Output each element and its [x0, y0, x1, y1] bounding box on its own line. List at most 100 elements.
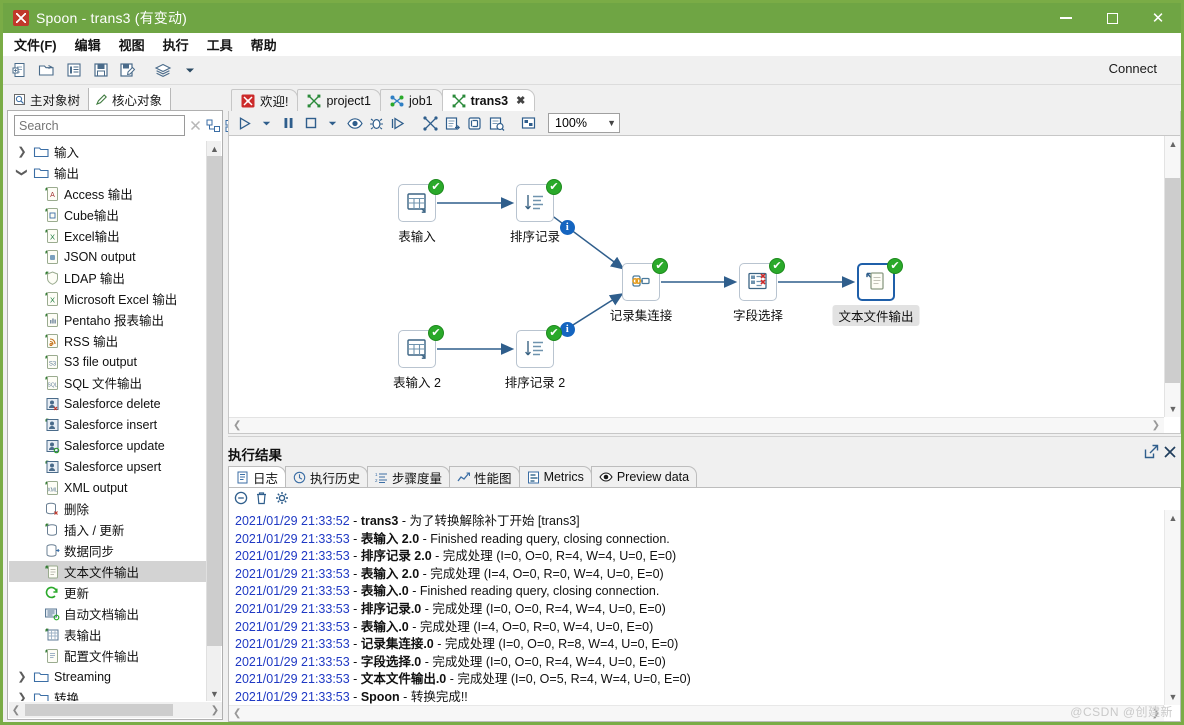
- stop-icon[interactable]: [300, 113, 321, 134]
- tree-folder-0[interactable]: ❯ 输入: [9, 141, 206, 162]
- editor-tab-trans3[interactable]: trans3 ✖: [441, 89, 536, 111]
- log-scroll-left-icon[interactable]: ❮: [233, 708, 241, 719]
- log-vertical-scrollbar[interactable]: ▲ ▼: [1164, 510, 1180, 705]
- tree-folder-26[interactable]: ❯ 转换: [9, 687, 206, 701]
- menu-help[interactable]: 帮助: [242, 33, 286, 56]
- tree-item-3[interactable]: Cube输出: [9, 204, 206, 225]
- log-scroll-up-icon[interactable]: ▲: [1165, 510, 1181, 526]
- canvas-scroll-left-icon[interactable]: ❮: [233, 420, 241, 431]
- menu-tools[interactable]: 工具: [198, 33, 242, 56]
- close-panel-icon[interactable]: [1163, 445, 1177, 462]
- tree-item-21[interactable]: 更新: [9, 582, 206, 603]
- transformation-canvas[interactable]: i i ✔ 表输入 ✔ 排序记录 ✔ 表输入 2 ✔ 排序记录 2 ✔ 记录集连接 ✔ 字段选择 ✔ 文本文件…: [229, 136, 1164, 417]
- result-tab-2[interactable]: 1 2 步骤度量: [367, 466, 451, 487]
- tree-item-23[interactable]: 表输出: [9, 624, 206, 645]
- result-tab-0[interactable]: 日志: [228, 466, 287, 487]
- tree-scroll-left-icon[interactable]: ❮: [9, 705, 23, 716]
- tree-item-14[interactable]: Salesforce update: [9, 435, 206, 456]
- clear-x-icon[interactable]: [189, 117, 202, 135]
- grid-icon[interactable]: [464, 113, 485, 134]
- tree-item-16[interactable]: XML XML output: [9, 477, 206, 498]
- tree-item-22[interactable]: 自动文档输出: [9, 603, 206, 624]
- canvas-scroll-right-icon[interactable]: ❯: [1152, 420, 1160, 431]
- menu-edit[interactable]: 编辑: [66, 33, 110, 56]
- log-settings-icon[interactable]: [275, 491, 289, 508]
- chevron-down-icon[interactable]: ▼: [607, 118, 616, 128]
- tree-scroll-down-icon[interactable]: ▼: [207, 686, 222, 701]
- chevron-right-icon[interactable]: ❯: [15, 670, 29, 683]
- tree-item-12[interactable]: Salesforce delete: [9, 393, 206, 414]
- tree-item-20[interactable]: 文本文件输出: [9, 561, 206, 582]
- save-as-icon[interactable]: [117, 60, 138, 81]
- menu-run[interactable]: 执行: [154, 33, 198, 56]
- panel-divider[interactable]: [228, 436, 1181, 437]
- tab-core-objects[interactable]: 核心对象: [89, 88, 172, 110]
- chevron-right-icon[interactable]: ❯: [15, 691, 29, 701]
- tree-folder-1[interactable]: ❯ 输出: [9, 162, 206, 183]
- tree-vertical-scrollbar[interactable]: ▲ ▼: [206, 141, 222, 701]
- clear-log-icon[interactable]: [255, 491, 268, 508]
- dropdown-arrow-icon[interactable]: [179, 60, 200, 81]
- tree-scroll-thumb[interactable]: [207, 156, 222, 646]
- minimize-button[interactable]: [1043, 3, 1089, 33]
- hop-info-badge[interactable]: i: [559, 219, 575, 235]
- canvas-horizontal-scrollbar[interactable]: ❮ ❯: [229, 417, 1164, 433]
- detach-panel-icon[interactable]: [1144, 444, 1159, 462]
- run-dropdown-icon[interactable]: [256, 113, 277, 134]
- collapse-log-icon[interactable]: [234, 491, 248, 508]
- chevron-right-icon[interactable]: ❯: [15, 145, 29, 158]
- show-results-icon[interactable]: [442, 113, 463, 134]
- layers-icon[interactable]: [152, 60, 173, 81]
- connect-button[interactable]: Connect: [1109, 61, 1157, 76]
- result-tab-4[interactable]: Metrics: [518, 466, 592, 487]
- tree-item-8[interactable]: Pentaho 报表输出: [9, 309, 206, 330]
- tree-item-7[interactable]: X Microsoft Excel 输出: [9, 288, 206, 309]
- editor-tab-[interactable]: 欢迎!: [231, 89, 299, 111]
- tree-horizontal-scrollbar[interactable]: ❮ ❯: [9, 702, 222, 718]
- maximize-button[interactable]: [1089, 3, 1135, 33]
- editor-tab-close-icon[interactable]: ✖: [516, 94, 525, 107]
- inspect-data-icon[interactable]: [486, 113, 507, 134]
- result-tab-5[interactable]: Preview data: [590, 466, 698, 487]
- transformation-icon[interactable]: [420, 113, 441, 134]
- tree-folder-25[interactable]: ❯ Streaming: [9, 666, 206, 687]
- canvas-vertical-scrollbar[interactable]: ▲ ▼: [1164, 136, 1181, 417]
- editor-tab-job1[interactable]: job1: [379, 89, 443, 111]
- canvas-scroll-down-icon[interactable]: ▼: [1165, 401, 1181, 417]
- tree-item-10[interactable]: S3 S3 file output: [9, 351, 206, 372]
- tree-hscroll-thumb[interactable]: [25, 704, 173, 716]
- menu-view[interactable]: 视图: [110, 33, 154, 56]
- tree-item-5[interactable]: JSON output: [9, 246, 206, 267]
- canvas-vscroll-thumb[interactable]: [1165, 178, 1181, 383]
- core-objects-tree[interactable]: ❯ 输入 ❯ 输出 A Access 输出 Cube输出 X Excel输出 JSON outpu…: [9, 141, 206, 701]
- tab-main-object-tree[interactable]: 主对象树: [7, 88, 90, 110]
- tree-item-18[interactable]: 插入 / 更新: [9, 519, 206, 540]
- tree-item-2[interactable]: A Access 输出: [9, 183, 206, 204]
- menu-file[interactable]: 文件(F): [12, 33, 66, 56]
- expand-all-icon[interactable]: [206, 117, 221, 135]
- search-input[interactable]: [14, 115, 185, 136]
- editor-tab-project1[interactable]: project1: [297, 89, 381, 111]
- result-tab-3[interactable]: 性能图: [449, 466, 520, 487]
- tree-item-15[interactable]: Salesforce upsert: [9, 456, 206, 477]
- tree-item-4[interactable]: X Excel输出: [9, 225, 206, 246]
- open-folder-icon[interactable]: [36, 60, 57, 81]
- new-file-icon[interactable]: [9, 60, 30, 81]
- tree-item-6[interactable]: LDAP 输出: [9, 267, 206, 288]
- tree-scroll-right-icon[interactable]: ❯: [208, 705, 222, 716]
- tree-hscroll-track[interactable]: [23, 703, 208, 717]
- tree-item-24[interactable]: 配置文件输出: [9, 645, 206, 666]
- close-button[interactable]: ✕: [1135, 3, 1181, 33]
- result-tab-1[interactable]: 执行历史: [285, 466, 369, 487]
- tree-item-19[interactable]: 数据同步: [9, 540, 206, 561]
- run-icon[interactable]: [234, 113, 255, 134]
- preview-icon[interactable]: [344, 113, 365, 134]
- replay-icon[interactable]: [388, 113, 409, 134]
- zoom-combobox[interactable]: 100% ▼: [548, 113, 620, 133]
- pause-icon[interactable]: [278, 113, 299, 134]
- align-icon[interactable]: [518, 113, 539, 134]
- canvas-scroll-up-icon[interactable]: ▲: [1165, 136, 1181, 152]
- tree-item-9[interactable]: RSS 输出: [9, 330, 206, 351]
- explore-icon[interactable]: [63, 60, 84, 81]
- save-icon[interactable]: [90, 60, 111, 81]
